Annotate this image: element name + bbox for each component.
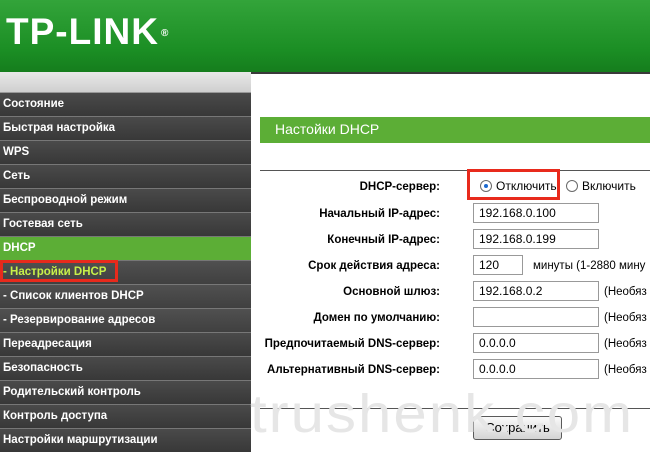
dhcp-enable-label[interactable]: Включить (582, 179, 636, 193)
start-ip-row: Начальный IP-адрес: 192.168.0.100 (251, 202, 650, 226)
end-ip-label: Конечный IP-адрес: (327, 234, 440, 246)
gateway-label: Основной шлюз: (343, 286, 440, 298)
registered-mark: ® (160, 28, 170, 39)
dns-secondary-row: Альтернативный DNS-сервер: 0.0.0.0 (Необ… (251, 358, 650, 382)
dns-primary-note: (Необяз (604, 338, 647, 350)
sidebar-item-dhcp[interactable]: DHCP (0, 237, 251, 261)
sidebar-item-guest-network[interactable]: Гостевая сеть (0, 213, 251, 237)
domain-row: Домен по умолчанию: (Необяз (251, 306, 650, 330)
gateway-row: Основной шлюз: 192.168.0.2 (Необяз (251, 280, 650, 304)
form-bottom-divider (260, 408, 650, 409)
dns-secondary-note: (Необяз (604, 364, 647, 376)
dns-primary-row: Предпочитаемый DNS-сервер: 0.0.0.0 (Необ… (251, 332, 650, 356)
section-title-bar: Настойки DHCP (260, 117, 650, 143)
lease-time-label: Срок действия адреса: (308, 260, 440, 272)
sidebar-item-access-control[interactable]: Контроль доступа (0, 405, 251, 429)
tp-link-logo: TP-LINK ® (6, 12, 169, 52)
sidebar-item-network[interactable]: Сеть (0, 165, 251, 189)
logo-text: TP-LINK (6, 11, 159, 52)
dns-secondary-label: Альтернативный DNS-сервер: (267, 364, 440, 376)
sidebar-item-wps[interactable]: WPS (0, 141, 251, 165)
dhcp-disable-highlight (467, 169, 560, 200)
dns-primary-input[interactable]: 0.0.0.0 (473, 333, 599, 353)
dhcp-server-label: DHCP-сервер: (359, 181, 440, 193)
sidebar-item-address-reservation[interactable]: - Резервирование адресов (0, 309, 251, 333)
dns-secondary-input[interactable]: 0.0.0.0 (473, 359, 599, 379)
sidebar-item-routing[interactable]: Настройки маршрутизации (0, 429, 251, 452)
start-ip-label: Начальный IP-адрес: (319, 208, 440, 220)
router-admin-page: TP-LINK ® Состояние Быстрая настройка WPS… (0, 0, 650, 452)
domain-label: Домен по умолчанию: (313, 312, 440, 324)
end-ip-row: Конечный IP-адрес: 192.168.0.199 (251, 228, 650, 252)
sidebar-item-forwarding[interactable]: Переадресация (0, 333, 251, 357)
sidebar-item-security[interactable]: Безопасность (0, 357, 251, 381)
gateway-note: (Необяз (604, 286, 647, 298)
lease-time-row: Срок действия адреса: 120 минуты (1-2880… (251, 254, 650, 278)
domain-note: (Необяз (604, 312, 647, 324)
dhcp-server-row: DHCP-сервер: Отключить Включить (251, 175, 650, 199)
page-title: Настойки DHCP (275, 121, 380, 137)
end-ip-input[interactable]: 192.168.0.199 (473, 229, 599, 249)
main-top-border (251, 72, 650, 74)
sidebar-top-strip (0, 72, 251, 93)
lease-time-note: минуты (1-2880 мину (533, 260, 646, 272)
domain-input[interactable] (473, 307, 599, 327)
form-top-divider (260, 170, 650, 171)
dhcp-settings-highlight (0, 260, 118, 282)
dns-primary-label: Предпочитаемый DNS-сервер: (264, 338, 440, 350)
dhcp-enable-radio[interactable] (566, 180, 578, 192)
main-content: Настойки DHCP DHCP-сервер: Отключить Вкл… (251, 72, 650, 452)
sidebar-item-status[interactable]: Состояние (0, 93, 251, 117)
save-button[interactable]: Сохранить (473, 416, 562, 440)
start-ip-input[interactable]: 192.168.0.100 (473, 203, 599, 223)
sidebar-item-wireless[interactable]: Беспроводной режим (0, 189, 251, 213)
sidebar-menu: Состояние Быстрая настройка WPS Сеть Бес… (0, 72, 251, 452)
gateway-input[interactable]: 192.168.0.2 (473, 281, 599, 301)
sidebar-item-parental-control[interactable]: Родительский контроль (0, 381, 251, 405)
header-bar: TP-LINK ® (0, 0, 650, 72)
sidebar-item-dhcp-clients[interactable]: - Список клиентов DHCP (0, 285, 251, 309)
sidebar-item-quick-setup[interactable]: Быстрая настройка (0, 117, 251, 141)
lease-time-input[interactable]: 120 (473, 255, 523, 275)
